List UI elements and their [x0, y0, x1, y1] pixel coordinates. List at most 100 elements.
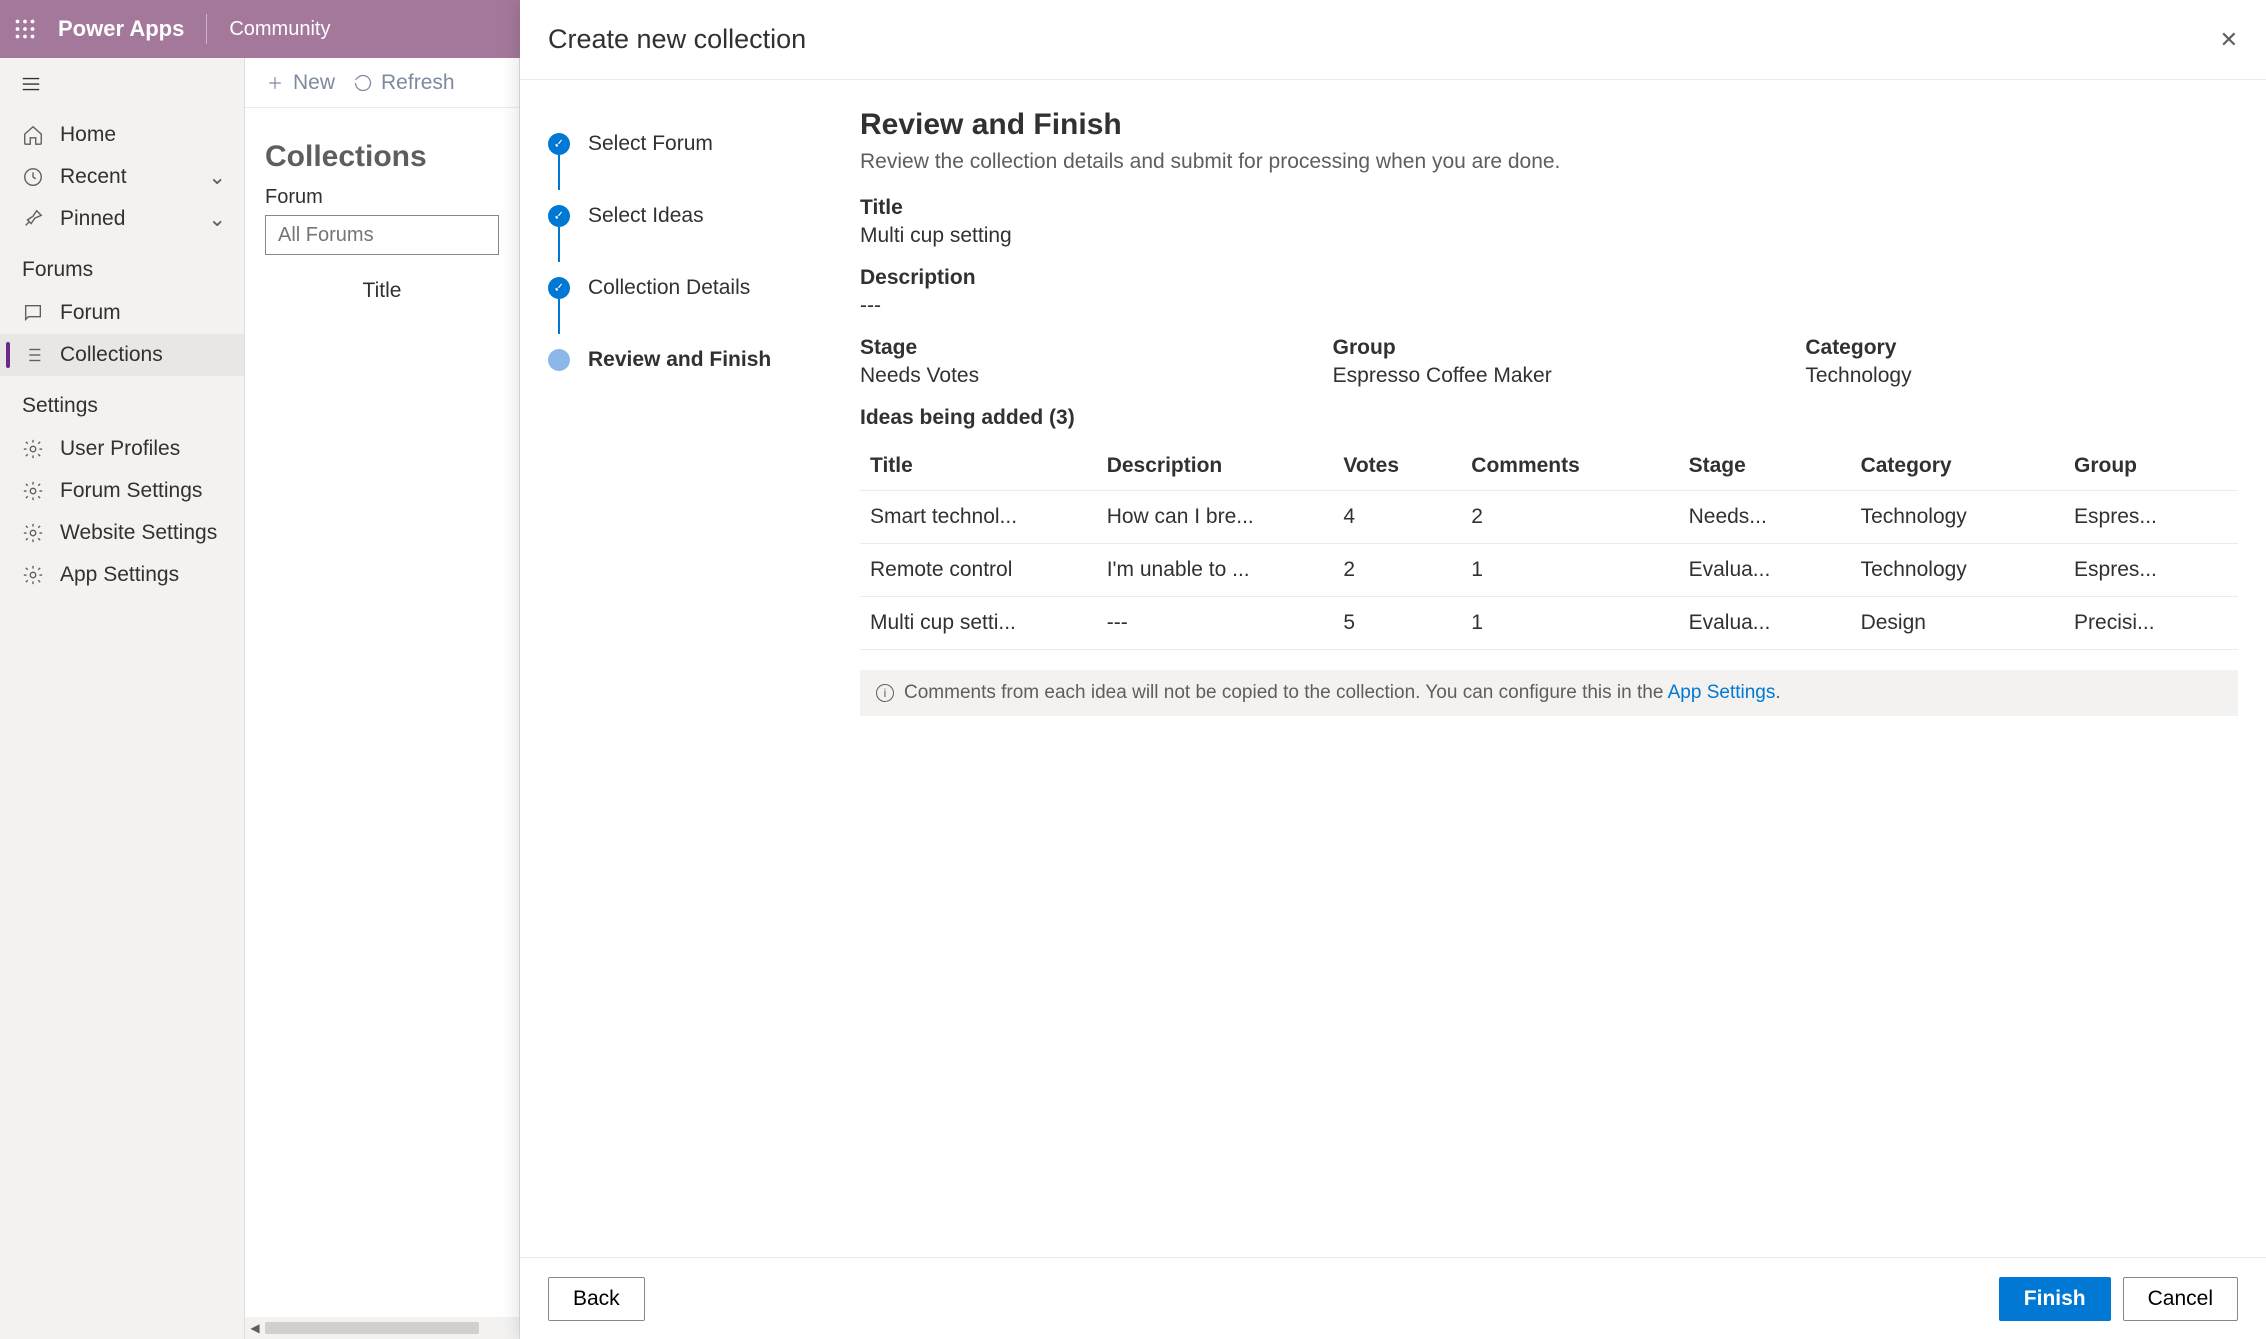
cell-category: Design [1851, 597, 2064, 650]
cell-stage: Evalua... [1679, 597, 1851, 650]
pin-icon [22, 208, 44, 230]
close-icon[interactable]: ✕ [2220, 27, 2238, 53]
nav-forums-group: Forum Collections [0, 288, 244, 376]
note-prefix: Comments from each idea will not be copi… [904, 682, 1668, 703]
info-icon: i [876, 684, 894, 702]
note-suffix: . [1775, 682, 1780, 703]
gear-icon [22, 522, 44, 544]
cell-category: Technology [1851, 544, 2064, 597]
nav-item-label: Forum Settings [60, 479, 202, 503]
ideas-being-added-label: Ideas being added (3) [860, 406, 2238, 430]
finish-button[interactable]: Finish [1999, 1277, 2111, 1321]
table-row[interactable]: Smart technol...How can I bre...42Needs.… [860, 491, 2238, 544]
col-description[interactable]: Description [1097, 442, 1334, 491]
topbar-divider [206, 14, 207, 44]
review-heading: Review and Finish [860, 108, 2238, 142]
wizard-step-collection-details[interactable]: ✓ Collection Details [548, 252, 860, 324]
col-votes[interactable]: Votes [1333, 442, 1461, 491]
table-row[interactable]: Remote controlI'm unable to ...21Evalua.… [860, 544, 2238, 597]
cell-group: Espres... [2064, 491, 2238, 544]
kv-description: Description --- [860, 266, 2238, 318]
new-button-label: New [293, 71, 335, 95]
wizard-step-review-and-finish[interactable]: Review and Finish [548, 324, 860, 396]
wizard-step-label: Select Forum [588, 132, 713, 156]
refresh-button[interactable]: Refresh [353, 71, 455, 95]
clock-icon [22, 166, 44, 188]
nav-collapse-button[interactable] [0, 58, 244, 110]
col-group[interactable]: Group [2064, 442, 2238, 491]
cell-comments: 1 [1461, 544, 1678, 597]
col-title[interactable]: Title [860, 442, 1097, 491]
step-check-icon: ✓ [548, 133, 570, 155]
gear-icon [22, 564, 44, 586]
kv-stage-value: Needs Votes [860, 364, 1293, 388]
gear-icon [22, 480, 44, 502]
col-category[interactable]: Category [1851, 442, 2064, 491]
ideas-table: Title Description Votes Comments Stage C… [860, 442, 2238, 650]
table-row[interactable]: Multi cup setti...---51Evalua...DesignPr… [860, 597, 2238, 650]
cell-group: Espres... [2064, 544, 2238, 597]
kv-category-value: Technology [1805, 364, 2238, 388]
cell-votes: 5 [1333, 597, 1461, 650]
nav-settings-group: User Profiles Forum Settings Website Setti… [0, 424, 244, 596]
cell-votes: 4 [1333, 491, 1461, 544]
mid-table-header-title: Title [245, 269, 519, 313]
nav-item-forum-settings[interactable]: Forum Settings [0, 470, 244, 512]
back-button[interactable]: Back [548, 1277, 645, 1321]
step-check-icon: ✓ [548, 277, 570, 299]
cancel-button[interactable]: Cancel [2123, 1277, 2238, 1321]
chevron-down-icon: ⌄ [208, 165, 226, 190]
nav-item-label: Home [60, 123, 116, 147]
nav-item-label: Collections [60, 343, 163, 367]
wizard-step-select-forum[interactable]: ✓ Select Forum [548, 108, 860, 180]
wizard-nav: ✓ Select Forum ✓Select Ideas ✓ Collection De… [520, 80, 860, 1257]
new-button[interactable]: New [265, 71, 335, 95]
nav-settings-header: Settings [0, 376, 244, 424]
wizard-step-select-ideas[interactable]: ✓Select Ideas [548, 180, 860, 252]
app-settings-link[interactable]: App Settings [1668, 682, 1776, 703]
home-icon [22, 124, 44, 146]
cell-votes: 2 [1333, 544, 1461, 597]
col-stage[interactable]: Stage [1679, 442, 1851, 491]
step-check-icon [548, 349, 570, 371]
cell-title: Smart technol... [860, 491, 1097, 544]
nav-item-forum[interactable]: Forum [0, 292, 244, 334]
kv-title-value: Multi cup setting [860, 224, 2238, 248]
kv-description-label: Description [860, 266, 2238, 290]
nav-item-app-settings[interactable]: App Settings [0, 554, 244, 596]
community-label[interactable]: Community [229, 18, 330, 41]
nav-item-website-settings[interactable]: Website Settings [0, 512, 244, 554]
chevron-down-icon: ⌄ [208, 207, 226, 232]
scrollbar-arrow-left-icon[interactable]: ◀ [245, 1321, 265, 1335]
cell-description: How can I bre... [1097, 491, 1334, 544]
cell-title: Multi cup setti... [860, 597, 1097, 650]
nav-item-pinned[interactable]: Pinned ⌄ [0, 198, 244, 240]
nav-item-recent[interactable]: Recent ⌄ [0, 156, 244, 198]
cell-comments: 1 [1461, 597, 1678, 650]
mid-toolbar: New Refresh [245, 58, 519, 108]
col-comments[interactable]: Comments [1461, 442, 1678, 491]
nav-item-user-profiles[interactable]: User Profiles [0, 428, 244, 470]
cell-description: --- [1097, 597, 1334, 650]
scrollbar-thumb[interactable] [265, 1322, 479, 1334]
review-subtitle: Review the collection details and submit… [860, 150, 2238, 174]
nav-item-label: Recent [60, 165, 127, 189]
mid-title: Collections [245, 108, 519, 186]
nav-item-collections[interactable]: Collections [0, 334, 244, 376]
cell-stage: Needs... [1679, 491, 1851, 544]
mid-column: New Refresh Collections Forum Title ◀ [245, 58, 520, 1339]
kv-group: Group Espresso Coffee Maker [1333, 336, 1766, 388]
info-note: i Comments from each idea will not be co… [860, 670, 2238, 716]
kv-category: Category Technology [1805, 336, 2238, 388]
panel-header: Create new collection ✕ [520, 0, 2266, 80]
mid-horizontal-scrollbar[interactable]: ◀ [245, 1317, 519, 1339]
chat-icon [22, 302, 44, 324]
nav-item-label: Pinned [60, 207, 125, 231]
cell-description: I'm unable to ... [1097, 544, 1334, 597]
waffle-launcher[interactable] [10, 14, 40, 44]
wizard-step-label: Collection Details [588, 276, 750, 300]
forum-picker-input[interactable] [265, 215, 499, 255]
cell-stage: Evalua... [1679, 544, 1851, 597]
wizard-step-label: Select Ideas [588, 204, 704, 228]
nav-item-home[interactable]: Home [0, 114, 244, 156]
